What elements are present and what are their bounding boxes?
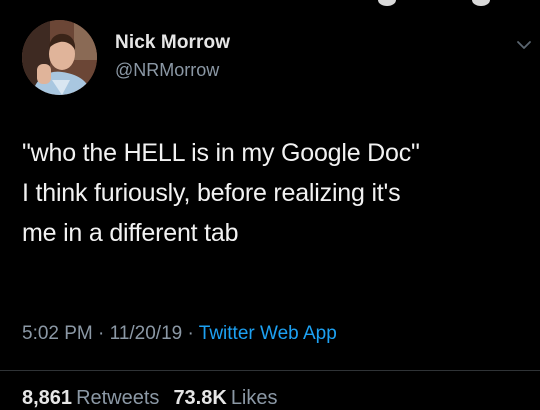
meta-separator: · xyxy=(182,323,199,344)
user-handle[interactable]: @NRMorrow xyxy=(115,60,219,81)
tweet-date[interactable]: 11/20/19 xyxy=(110,323,183,344)
avatar[interactable] xyxy=(22,20,97,95)
tweet-text: "who the HELL is in my Google Doc" I thi… xyxy=(22,139,420,247)
likes-label: Likes xyxy=(230,387,278,409)
tweet-meta: 5:02 PM · 11/20/19 · Twitter Web App xyxy=(22,323,337,345)
tweet-source-link[interactable]: Twitter Web App xyxy=(199,323,337,344)
tweet-stats: 8,861 Retweets 73.8K Likes xyxy=(22,387,292,410)
retweets-stat[interactable]: 8,861 Retweets xyxy=(22,387,173,409)
overlay-blob xyxy=(378,0,396,6)
overlay-blob xyxy=(472,0,490,6)
display-name[interactable]: Nick Morrow xyxy=(115,32,230,54)
retweets-label: Retweets xyxy=(76,387,160,409)
meta-separator: · xyxy=(92,323,110,344)
retweets-count: 8,861 xyxy=(22,387,73,409)
tweet-time[interactable]: 5:02 PM xyxy=(22,323,93,344)
chevron-down-icon[interactable] xyxy=(516,38,532,50)
divider xyxy=(0,370,540,371)
likes-count: 73.8K xyxy=(173,387,227,409)
likes-stat[interactable]: 73.8K Likes xyxy=(173,387,291,409)
tweet-card: Nick Morrow @NRMorrow "who the HELL is i… xyxy=(0,0,540,409)
profile-photo-icon xyxy=(22,20,97,95)
